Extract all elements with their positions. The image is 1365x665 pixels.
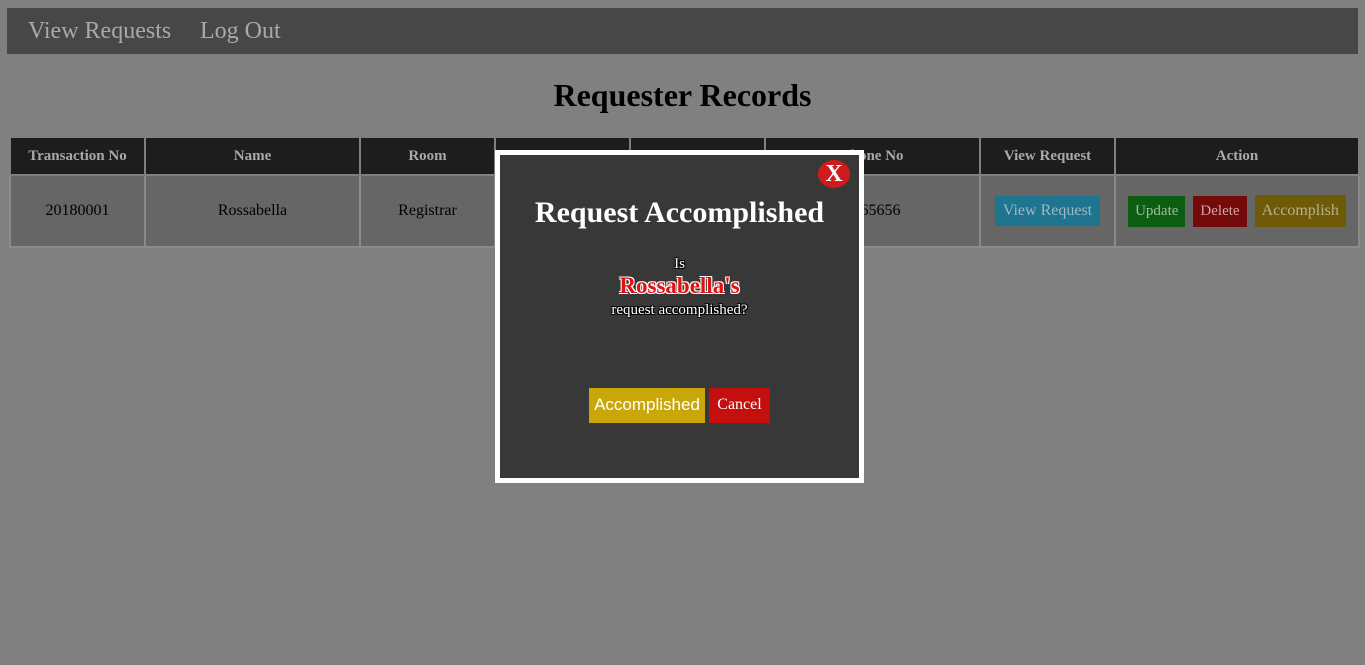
header-action: Action bbox=[1114, 136, 1360, 176]
header-view-request: View Request bbox=[979, 136, 1116, 176]
cell-room: Registrar bbox=[359, 174, 496, 248]
modal-requester-name: Rossabella's bbox=[619, 273, 740, 298]
header-room: Room bbox=[359, 136, 496, 176]
modal-question-suffix: request accomplished? bbox=[611, 302, 748, 318]
accomplish-button[interactable]: Accomplish bbox=[1254, 195, 1346, 227]
nav-view-requests-link[interactable]: View Requests bbox=[28, 8, 171, 54]
delete-button[interactable]: Delete bbox=[1193, 196, 1247, 227]
close-icon[interactable]: X bbox=[818, 160, 850, 188]
accomplished-button[interactable]: Accomplished bbox=[589, 388, 705, 423]
cell-transaction-no: 20180001 bbox=[9, 174, 146, 248]
cell-action: Update Delete Accomplish bbox=[1114, 174, 1360, 248]
cell-view-request: View Request bbox=[979, 174, 1116, 248]
update-button[interactable]: Update bbox=[1128, 196, 1186, 227]
header-transaction-no: Transaction No bbox=[9, 136, 146, 176]
cell-name: Rossabella bbox=[144, 174, 361, 248]
nav-logout-link[interactable]: Log Out bbox=[200, 8, 281, 54]
modal-title: Request Accomplished bbox=[534, 196, 825, 229]
modal-question-prefix: Is bbox=[674, 256, 685, 272]
cancel-button[interactable]: Cancel bbox=[709, 388, 770, 423]
view-request-button[interactable]: View Request bbox=[994, 196, 1101, 226]
accomplish-modal: X Request Accomplished Is Rossabella's r… bbox=[495, 150, 864, 483]
navbar: View Requests Log Out bbox=[7, 8, 1358, 54]
header-name: Name bbox=[144, 136, 361, 176]
page-title: Requester Records bbox=[553, 77, 812, 113]
